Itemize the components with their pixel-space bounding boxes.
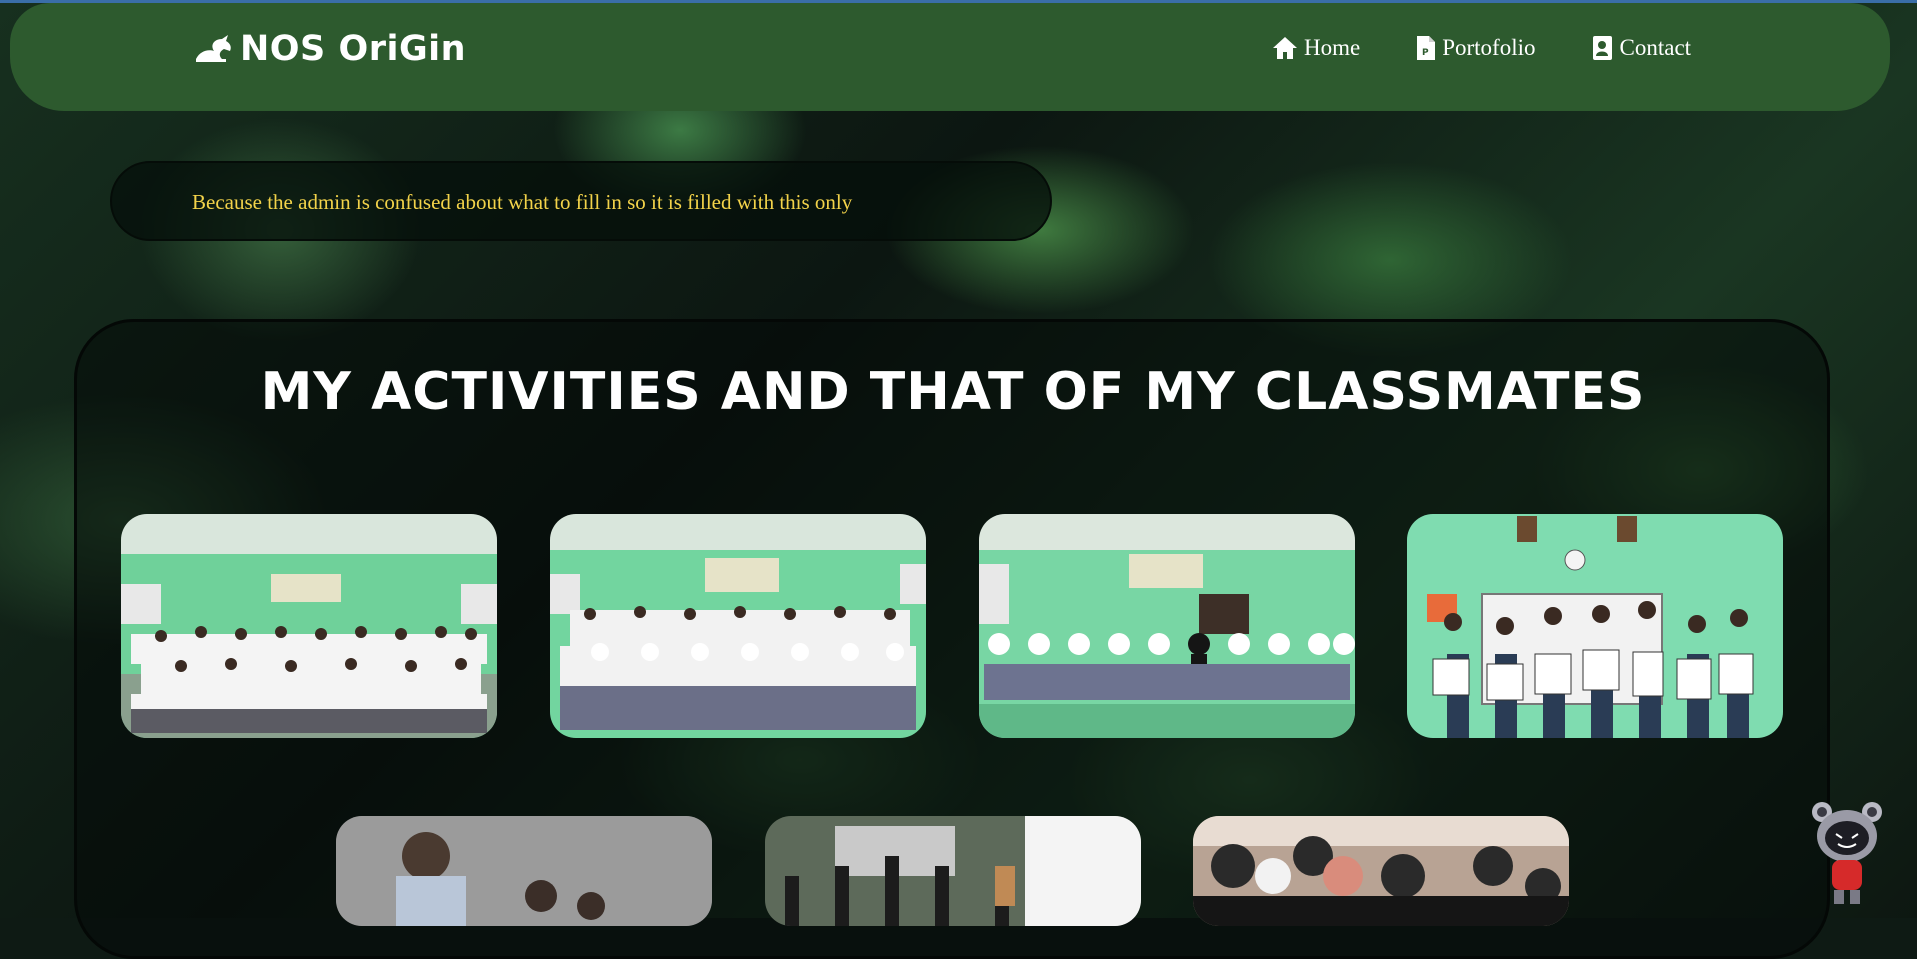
students-holding-drawings[interactable] bbox=[1407, 514, 1783, 738]
group-with-helmets[interactable] bbox=[1193, 816, 1569, 926]
brand-name: NOS OriGin bbox=[240, 29, 467, 69]
outdoor-activity[interactable] bbox=[765, 816, 1141, 926]
contact-card-icon bbox=[1592, 36, 1612, 60]
student-writing[interactable] bbox=[336, 816, 712, 926]
nav-contact[interactable]: Contact bbox=[1592, 35, 1692, 61]
home-icon bbox=[1273, 37, 1297, 59]
nav-portofolio-label: Portofolio bbox=[1442, 35, 1536, 60]
svg-text:P: P bbox=[1422, 48, 1429, 58]
nav-links: Home P Portofolio Contact bbox=[1272, 35, 1691, 61]
robot-mascot-icon[interactable] bbox=[1808, 798, 1886, 908]
notice-text: Because the admin is confused about what… bbox=[192, 190, 853, 214]
navbar: NOS OriGin Home P Portofolio Contact bbox=[10, 3, 1890, 111]
nav-contact-label: Contact bbox=[1619, 35, 1692, 60]
dragon-logo-icon bbox=[196, 35, 231, 62]
nav-home-label: Home bbox=[1304, 35, 1361, 60]
document-icon: P bbox=[1417, 36, 1436, 60]
class-photo-boys[interactable] bbox=[121, 514, 497, 738]
nav-portofolio[interactable]: P Portofolio bbox=[1416, 35, 1536, 61]
class-photo-full[interactable] bbox=[550, 514, 926, 738]
class-photo-girls[interactable] bbox=[979, 514, 1355, 738]
nav-home[interactable]: Home bbox=[1272, 35, 1360, 61]
notice-banner: Because the admin is confused about what… bbox=[110, 161, 1052, 241]
brand[interactable]: NOS OriGin bbox=[194, 29, 466, 69]
gallery-title: MY ACTIVITIES AND THAT OF MY CLASSMATES bbox=[260, 362, 1646, 422]
